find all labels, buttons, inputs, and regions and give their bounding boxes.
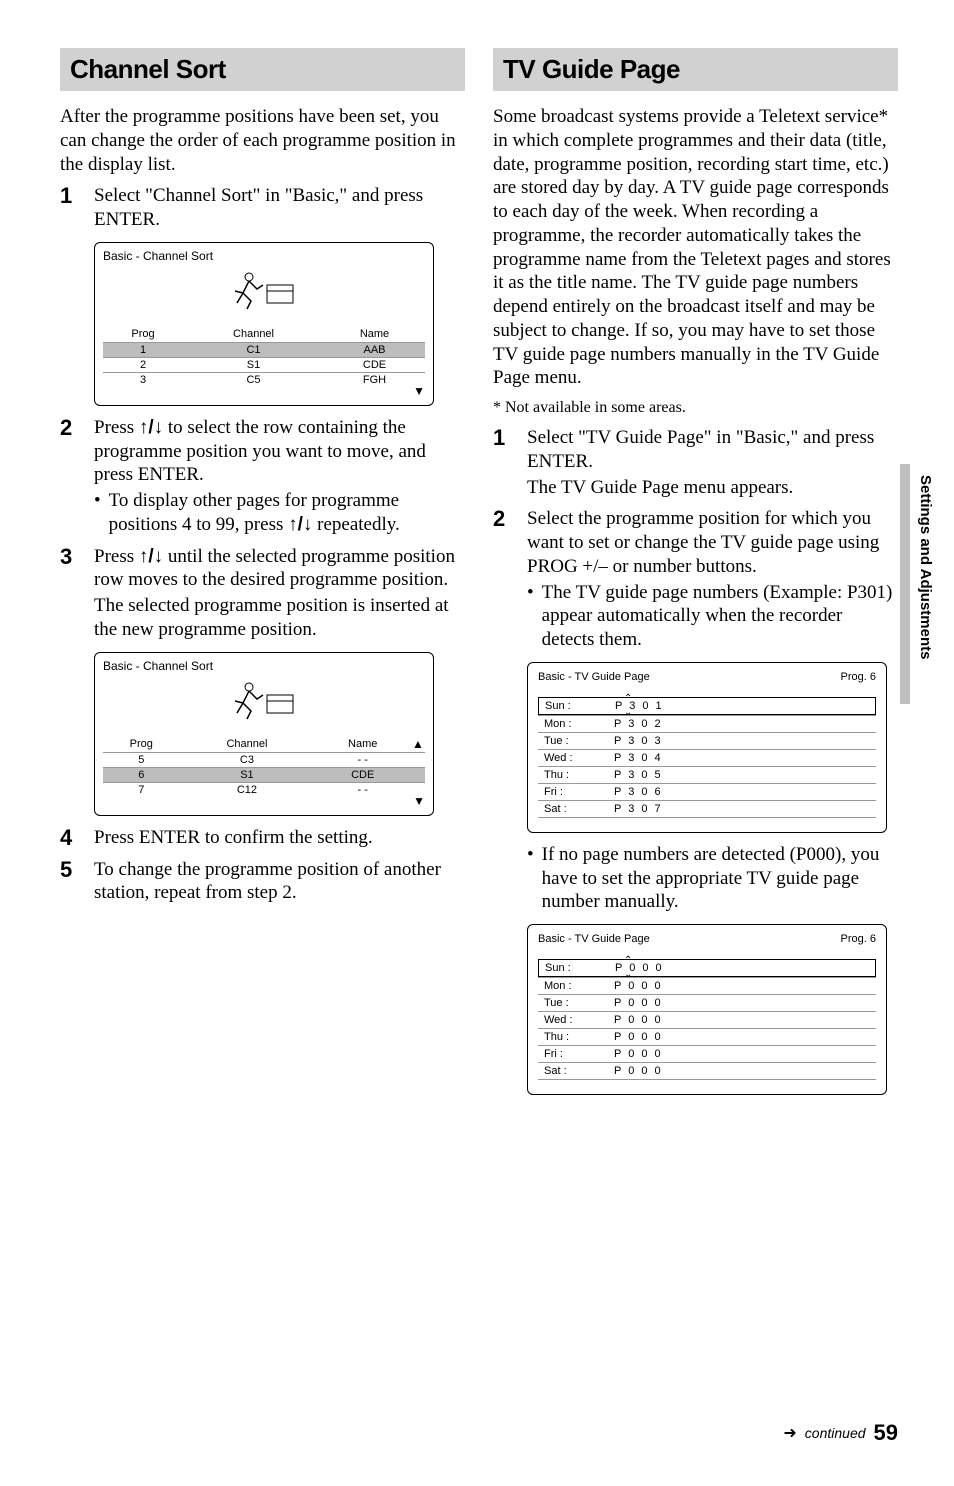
ui-title: Basic - Channel Sort [103,249,425,263]
step-3: 3 Press ↑/↓ until the selected programme… [60,545,465,642]
ui-title: Basic - Channel Sort [103,659,425,673]
runner-icon [103,679,425,726]
page-footer: ➜ continued 59 [783,1420,898,1446]
step-number: 2 [60,416,82,440]
guide-row: Sun :P 3 0 1 [538,697,876,715]
guide-row: Mon :P 3 0 2 [538,715,876,733]
ui-title: Basic - TV Guide Page [538,933,650,945]
bullet-icon: • [94,489,101,537]
prog-label: Prog. 6 [841,933,876,945]
table-row: 5C3- - [103,752,425,767]
caret-up-icon: ⌃ [624,955,632,966]
bullet-icon: • [527,581,534,652]
ui-title: Basic - TV Guide Page [538,671,650,683]
step-1: 1 Select "Channel Sort" in "Basic," and … [60,184,465,232]
table-row: 3C5FGH [103,372,425,387]
guide-row: Wed :P 0 0 0 [538,1012,876,1029]
caret-down-icon: ⌄ [624,969,632,980]
up-down-arrow-icon: ↑/↓ [288,514,312,535]
guide-row: Mon :P 0 0 0 [538,977,876,995]
footnote: * Not available in some areas. [493,398,898,418]
intro-text: After the programme positions have been … [60,105,465,176]
ui-tv-guide-2: Basic - TV Guide Page Prog. 6 ⌃ Sun :P 0… [527,924,887,1095]
two-column-layout: Channel Sort After the programme positio… [60,48,898,1105]
guide-row: Tue :P 3 0 3 [538,733,876,750]
bullet: • If no page numbers are detected (P000)… [527,843,898,914]
channel-sort-table: ProgChannelName▲ 5C3- - 6S1CDE 7C12- - [103,736,425,797]
continued-label: continued [805,1425,866,1441]
step-text: Press ENTER to confirm the setting. [94,826,373,850]
table-row: 1C1AAB [103,342,425,357]
guide-row: Wed :P 3 0 4 [538,750,876,767]
left-column: Channel Sort After the programme positio… [60,48,465,1105]
table-row: 7C12- - [103,782,425,797]
side-section-label: Settings and Adjustments [917,475,934,659]
section-header-channel-sort: Channel Sort [60,48,465,91]
guide-row: Sun :P 0 0 0 [538,959,876,977]
right-column: TV Guide Page Some broadcast systems pro… [493,48,898,1105]
step-text: Press ↑/↓ to select the row containing t… [94,416,465,537]
step-4: 4 Press ENTER to confirm the setting. [60,826,465,850]
page-number: 59 [874,1420,898,1446]
guide-row: Tue :P 0 0 0 [538,995,876,1012]
step-5: 5 To change the programme position of an… [60,858,465,906]
step-number: 4 [60,826,82,850]
guide-row: Sat :P 0 0 0 [538,1063,876,1080]
step-text: Select "TV Guide Page" in "Basic," and p… [527,426,898,499]
intro-text: Some broadcast systems provide a Teletex… [493,105,898,390]
continued-arrow-icon: ➜ [783,1423,796,1443]
bullet: • The TV guide page numbers (Example: P3… [527,581,898,652]
scroll-up-icon: ▲ [411,736,425,753]
section-header-tv-guide: TV Guide Page [493,48,898,91]
side-tab [900,464,910,704]
step-2: 2 Press ↑/↓ to select the row containing… [60,416,465,537]
step-1: 1 Select "TV Guide Page" in "Basic," and… [493,426,898,499]
step-2: 2 Select the programme position for whic… [493,507,898,652]
step-number: 5 [60,858,82,882]
caret-up-icon: ⌃ [624,693,632,704]
section-title: TV Guide Page [503,54,680,84]
ui-channel-sort-1: Basic - Channel Sort ProgChannelName 1C1… [94,242,434,406]
bullet: • To display other pages for programme p… [94,489,465,537]
table-row: 2S1CDE [103,357,425,372]
step-number: 1 [60,184,82,208]
page: Settings and Adjustments Channel Sort Af… [0,0,954,1486]
channel-sort-table: ProgChannelName 1C1AAB 2S1CDE 3C5FGH [103,326,425,387]
ui-tv-guide-1: Basic - TV Guide Page Prog. 6 ⌃ Sun :P 3… [527,662,887,833]
scroll-down-icon: ▼ [103,797,425,805]
section-title: Channel Sort [70,54,226,84]
guide-row: Thu :P 0 0 0 [538,1029,876,1046]
runner-icon [103,269,425,316]
step-number: 1 [493,426,515,450]
step-text: Select "Channel Sort" in "Basic," and pr… [94,184,465,232]
step-text: Press ↑/↓ until the selected programme p… [94,545,465,642]
guide-row: Fri :P 0 0 0 [538,1046,876,1063]
bullet-wrapper: • If no page numbers are detected (P000)… [527,843,898,914]
scroll-down-icon: ▼ [103,387,425,395]
step-text: Select the programme position for which … [527,507,898,652]
up-down-arrow-icon: ↑/↓ [139,546,163,567]
table-row: 6S1CDE [103,767,425,782]
ui-channel-sort-2: Basic - Channel Sort ProgChannelName▲ 5C… [94,652,434,816]
up-down-arrow-icon: ↑/↓ [139,417,163,438]
guide-row: Fri :P 3 0 6 [538,784,876,801]
prog-label: Prog. 6 [841,671,876,683]
bullet-icon: • [527,843,534,914]
guide-row: Thu :P 3 0 5 [538,767,876,784]
guide-row: Sat :P 3 0 7 [538,801,876,818]
step-text: To change the programme position of anot… [94,858,465,906]
step-number: 3 [60,545,82,569]
step-number: 2 [493,507,515,531]
caret-down-icon: ⌄ [624,707,632,718]
